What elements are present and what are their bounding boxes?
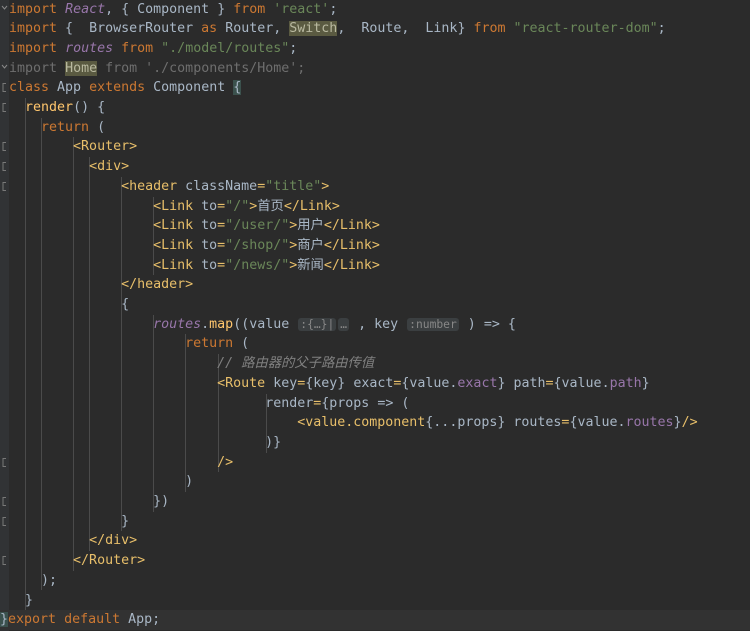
fold-marker-line-29[interactable] <box>0 551 9 571</box>
code-line-text: import Home from './components/Home'; <box>9 60 306 76</box>
code-line-text: import React, { Component } from 'react'… <box>9 1 338 17</box>
inlay-type-hint: … <box>338 317 350 331</box>
fold-marker-line-8[interactable] <box>0 137 9 157</box>
code-line-text: </header> <box>121 277 194 293</box>
matching-brace: { <box>233 80 242 96</box>
code-line-text: <Link to="/user/">用户</Link> <box>153 218 380 234</box>
code-line-2[interactable]: import { BrowserRouter as Router, Switch… <box>0 19 750 39</box>
code-line-text: <value.component{...props} routes={value… <box>297 415 698 431</box>
code-line-12[interactable]: <Link to="/user/">用户</Link> <box>0 216 750 236</box>
fold-marker-line-5[interactable] <box>0 78 9 98</box>
code-line-20[interactable]: <Route key={key} exact={value.exact} pat… <box>0 374 750 394</box>
code-line-text: import { BrowserRouter as Router, Switch… <box>9 21 666 37</box>
code-line-text: }export default App; <box>0 612 161 628</box>
code-line-text: <Link to="/shop/">商户</Link> <box>153 237 380 253</box>
code-line-7[interactable]: return ( <box>0 118 750 138</box>
code-line-text: render() { <box>25 100 106 115</box>
code-editor[interactable]: import React, { Component } from 'react'… <box>0 0 750 631</box>
code-line-6[interactable]: render() { <box>0 98 750 118</box>
fold-marker-line-26[interactable] <box>0 492 9 512</box>
code-line-16[interactable]: { <box>0 295 750 315</box>
code-line-9[interactable]: <div> <box>0 157 750 177</box>
code-line-3[interactable]: import routes from "./model/routes"; <box>0 39 750 59</box>
usage-highlight: Switch <box>289 21 338 37</box>
code-line-15[interactable]: </header> <box>0 275 750 295</box>
code-line-text: routes.map((value :{…}|… , key :number )… <box>153 316 516 332</box>
code-line-text: <Link to="/">首页</Link> <box>153 198 340 214</box>
code-line-text: </Router> <box>73 553 146 569</box>
code-line-text: <Route key={key} exact={value.exact} pat… <box>217 375 650 391</box>
code-line-21[interactable]: render={props => ( <box>0 394 750 414</box>
code-line-text: ); <box>9 572 58 588</box>
fold-marker-line-6[interactable] <box>0 98 9 118</box>
code-line-28[interactable]: </div> <box>0 531 750 551</box>
fold-marker-line-1[interactable] <box>0 0 9 19</box>
code-line-text: render={props => ( <box>265 395 410 411</box>
code-line-text: // 路由器的父子路由传值 <box>217 356 375 372</box>
code-line-27[interactable]: } <box>0 512 750 532</box>
matching-brace: } <box>0 612 9 628</box>
code-line-32[interactable]: }export default App; <box>0 610 750 630</box>
code-line-text: /> <box>217 454 234 470</box>
fold-marker-line-24[interactable] <box>0 453 9 473</box>
inlay-type-hint: :number <box>407 317 459 331</box>
code-line-text: return ( <box>41 119 106 135</box>
code-line-24[interactable]: /> <box>0 453 750 473</box>
code-line-25[interactable]: ) <box>0 472 750 492</box>
usage-highlight: Home <box>65 60 98 76</box>
code-line-text: ) <box>9 474 194 490</box>
code-line-4[interactable]: import Home from './components/Home'; <box>0 59 750 79</box>
code-line-22[interactable]: <value.component{...props} routes={value… <box>0 413 750 433</box>
code-line-26[interactable]: }) <box>0 492 750 512</box>
code-line-text: } <box>25 592 34 608</box>
code-line-23[interactable]: )} <box>0 433 750 453</box>
code-line-1[interactable]: import React, { Component } from 'react'… <box>0 0 750 19</box>
code-line-18[interactable]: return ( <box>0 334 750 354</box>
code-line-10[interactable]: <header className="title"> <box>0 177 750 197</box>
code-line-17[interactable]: routes.map((value :{…}|… , key :number )… <box>0 315 750 335</box>
code-line-text: }) <box>9 494 170 509</box>
code-line-text: <div> <box>89 159 130 175</box>
fold-marker-line-10[interactable] <box>0 177 9 197</box>
code-line-text: <Router> <box>73 139 138 155</box>
fold-marker-line-4[interactable] <box>0 59 9 79</box>
code-line-text: )} <box>9 434 282 450</box>
fold-marker-line-27[interactable] <box>0 512 9 532</box>
fold-marker-line-9[interactable] <box>0 157 9 177</box>
code-line-text: return ( <box>185 336 250 352</box>
code-line-30[interactable]: ); <box>0 571 750 591</box>
code-line-31[interactable]: } <box>0 591 750 611</box>
code-line-11[interactable]: <Link to="/">首页</Link> <box>0 197 750 217</box>
code-line-13[interactable]: <Link to="/shop/">商户</Link> <box>0 236 750 256</box>
code-line-text: </div> <box>89 533 138 549</box>
code-line-14[interactable]: <Link to="/news/">新闻</Link> <box>0 256 750 276</box>
code-line-text: <header className="title"> <box>121 178 330 194</box>
code-line-text: <Link to="/news/">新闻</Link> <box>153 257 380 273</box>
code-text-area[interactable]: import React, { Component } from 'react'… <box>0 0 750 631</box>
code-line-text: import routes from "./model/routes"; <box>9 40 298 56</box>
code-line-5[interactable]: class App extends Component { <box>0 78 750 98</box>
code-line-text: class App extends Component { <box>9 80 242 96</box>
code-line-29[interactable]: </Router> <box>0 551 750 571</box>
code-line-text: { <box>121 297 130 312</box>
code-line-19[interactable]: // 路由器的父子路由传值 <box>0 354 750 374</box>
inlay-type-hint: :{…}| <box>298 317 337 331</box>
code-line-8[interactable]: <Router> <box>0 137 750 157</box>
code-line-text: } <box>121 513 130 529</box>
